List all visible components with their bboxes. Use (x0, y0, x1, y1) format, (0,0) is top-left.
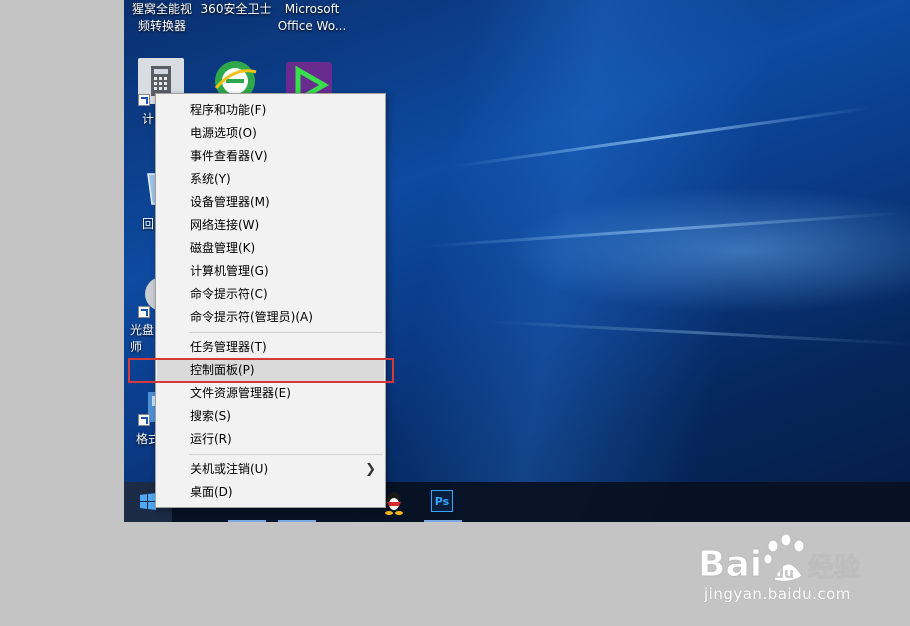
menu-item-search[interactable]: 搜索(S) (157, 405, 384, 428)
menu-item-file-explorer[interactable]: 文件资源管理器(E) (157, 382, 384, 405)
menu-item-shutdown-label: 关机或注销(U) (190, 462, 269, 476)
menu-item-command-prompt-admin[interactable]: 命令提示符(管理员)(A) (157, 306, 384, 329)
watermark-du: du (774, 566, 794, 582)
annotation-highlight-box (128, 358, 394, 383)
menu-item-device-manager[interactable]: 设备管理器(M) (157, 191, 384, 214)
winx-context-menu: 程序和功能(F) 电源选项(O) 事件查看器(V) 系统(Y) 设备管理器(M)… (155, 93, 386, 508)
menu-item-power-options[interactable]: 电源选项(O) (157, 122, 384, 145)
photoshop-icon[interactable]: Ps (424, 488, 460, 516)
taskbar-running-indicator (228, 520, 266, 522)
menu-item-event-viewer[interactable]: 事件查看器(V) (157, 145, 384, 168)
menu-item-task-manager[interactable]: 任务管理器(T) (157, 336, 384, 359)
menu-item-run[interactable]: 运行(R) (157, 428, 384, 451)
shortcut-arrow-icon (138, 94, 150, 106)
wallpaper-light-beam (483, 320, 910, 346)
desktop-icon-360-label[interactable]: 360安全卫士 (198, 1, 274, 18)
menu-separator (189, 454, 383, 455)
desktop-icon-calc-label: 计 (142, 112, 155, 126)
menu-item-shutdown-signout[interactable]: 关机或注销(U) ❯ (157, 458, 384, 481)
menu-item-command-prompt[interactable]: 命令提示符(C) (157, 283, 384, 306)
taskbar-running-indicator (278, 520, 316, 522)
menu-item-network-connections[interactable]: 网络连接(W) (157, 214, 384, 237)
menu-item-programs-features[interactable]: 程序和功能(F) (157, 99, 384, 122)
chevron-right-icon: ❯ (365, 462, 376, 477)
wallpaper-light-beam (453, 106, 871, 168)
photoshop-label: Ps (431, 490, 453, 512)
watermark-brand: Bai (698, 544, 762, 585)
watermark-url: jingyan.baidu.com (704, 585, 851, 603)
wallpaper-light-beam (423, 211, 903, 248)
shortcut-arrow-icon (138, 414, 150, 426)
desktop-icon-video-converter-label[interactable]: 猩窝全能视 频转换器 (126, 1, 198, 35)
shortcut-arrow-icon (138, 306, 150, 318)
menu-separator (189, 332, 383, 333)
menu-item-computer-management[interactable]: 计算机管理(G) (157, 260, 384, 283)
watermark-jingyan: 经验 (808, 552, 860, 583)
menu-item-disk-management[interactable]: 磁盘管理(K) (157, 237, 384, 260)
desktop-icon-office-label[interactable]: Microsoft Office Wo... (274, 1, 350, 35)
menu-item-system[interactable]: 系统(Y) (157, 168, 384, 191)
menu-item-desktop[interactable]: 桌面(D) (157, 481, 384, 504)
desktop-icon-disc-label: 光盘 师 (130, 323, 155, 354)
taskbar-running-indicator (424, 520, 462, 522)
desktop-icon-recycle-label: 回 (142, 217, 155, 231)
